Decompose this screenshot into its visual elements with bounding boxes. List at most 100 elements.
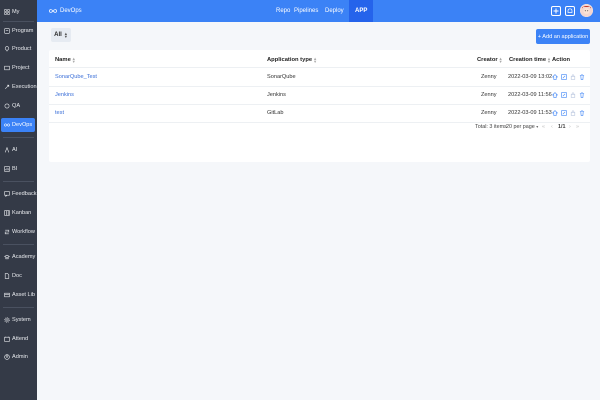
sidebar-item-label: QA [12, 103, 21, 109]
app-type: Jenkins [267, 92, 286, 98]
app-name-link[interactable]: Jenkins [55, 92, 74, 98]
per-page-select[interactable]: 20 per page ▾ [506, 124, 538, 130]
next-page-icon[interactable]: › [569, 124, 571, 130]
sidebar: My Program Product Project Execution QA … [0, 0, 37, 400]
app-creator: Zenny [481, 92, 497, 98]
sort-icon: ▲ ▼ [498, 56, 503, 64]
asset-lib-icon [4, 292, 10, 298]
attend-icon [4, 336, 10, 342]
filter-all-dropdown[interactable]: All ▲ ▼ [51, 28, 71, 42]
sidebar-item-label: My [12, 9, 20, 15]
sidebar-item-label: Asset Lib [12, 292, 36, 298]
devops-icon [49, 9, 57, 13]
program-icon [4, 28, 10, 34]
lock-icon[interactable] [570, 110, 576, 116]
project-icon [4, 65, 10, 71]
column-header-type[interactable]: Application type ▲ ▼ [267, 56, 318, 64]
system-icon [4, 317, 10, 323]
add-application-button[interactable]: + Add an application [536, 29, 590, 44]
devops-icon [4, 123, 10, 127]
last-page-icon[interactable]: » [576, 124, 579, 130]
sidebar-item-execution[interactable]: Execution [1, 80, 37, 94]
delete-icon[interactable] [579, 92, 585, 98]
app-creation-time: 2022-03-09 11:56 [508, 92, 552, 98]
first-page-icon[interactable]: « [542, 124, 545, 130]
brand-label: DevOps [60, 8, 82, 14]
lock-icon[interactable] [570, 92, 576, 98]
sidebar-divider [3, 137, 34, 138]
app-type: SonarQube [267, 74, 296, 80]
sidebar-item-qa[interactable]: QA [1, 99, 35, 113]
add-icon[interactable] [551, 6, 561, 16]
app-creation-time: 2022-03-09 13:02 [508, 74, 553, 80]
filter-label: All [54, 32, 62, 38]
grid-icon [4, 9, 10, 15]
page-indicator: 1/1 [558, 124, 566, 130]
sidebar-item-system[interactable]: System [1, 313, 35, 327]
ai-icon [4, 147, 10, 153]
column-header-creator[interactable]: Creator ▲ ▼ [477, 56, 503, 64]
sidebar-item-kanban[interactable]: Kanban [1, 206, 35, 220]
column-header-creation-time[interactable]: Creation time ▲ ▼ [509, 57, 551, 64]
delete-icon[interactable] [579, 74, 585, 80]
app-creation-time: 2022-03-09 11:53 [508, 110, 552, 116]
sidebar-item-label: Project [12, 65, 30, 71]
chevron-down-icon: ▾ [536, 124, 539, 129]
sidebar-item-admin[interactable]: Admin [1, 350, 35, 364]
sidebar-item-feedback[interactable]: Feedback [1, 187, 37, 201]
prev-page-icon[interactable]: ‹ [551, 124, 553, 130]
sidebar-item-ai[interactable]: AI [1, 143, 35, 157]
sidebar-item-asset-lib[interactable]: Asset Lib [1, 288, 35, 302]
tab-repo[interactable]: Repo [276, 0, 290, 22]
edit-icon[interactable] [561, 74, 567, 80]
sidebar-item-product[interactable]: Product [1, 42, 35, 56]
sidebar-divider [3, 307, 34, 308]
feedback-icon [4, 191, 10, 197]
tab-pipelines[interactable]: Pipelines [294, 0, 318, 22]
tab-deploy[interactable]: Deploy [325, 0, 344, 22]
bi-icon [4, 166, 10, 172]
sidebar-item-workflow[interactable]: Workflow [1, 225, 35, 239]
deploy-icon[interactable] [552, 110, 558, 116]
sidebar-item-my[interactable]: My [1, 5, 35, 19]
applications-table: Name ▲ ▼ Application type ▲ ▼ Creator ▲ ▼ Crea… [49, 50, 590, 162]
deploy-icon[interactable] [552, 92, 558, 98]
column-header-action: Action [552, 57, 571, 63]
sidebar-item-doc[interactable]: Doc [1, 269, 35, 283]
sidebar-item-devops[interactable]: DevOps [1, 118, 35, 132]
execution-icon [4, 84, 10, 90]
edit-icon[interactable] [561, 92, 567, 98]
row-divider [49, 122, 590, 123]
sidebar-item-project[interactable]: Project [1, 61, 35, 75]
sidebar-item-label: Doc [12, 273, 22, 279]
sidebar-item-label: BI [12, 166, 18, 172]
sidebar-item-academy[interactable]: Academy [1, 250, 35, 264]
sidebar-item-label: Kanban [12, 210, 32, 216]
sidebar-divider [3, 21, 34, 22]
app-creator: Zenny [481, 74, 497, 80]
deploy-icon[interactable] [552, 74, 558, 80]
sidebar-divider [3, 181, 34, 182]
sidebar-item-bi[interactable]: BI [1, 162, 35, 176]
module-brand[interactable]: DevOps [49, 0, 82, 22]
sidebar-item-label: Program [12, 28, 34, 34]
header-divider [49, 67, 590, 68]
workflow-icon [4, 229, 10, 235]
sidebar-item-label: System [12, 317, 31, 323]
app-name-link[interactable]: SonarQube_Test [55, 74, 97, 80]
edit-icon[interactable] [561, 110, 567, 116]
avatar[interactable] [580, 4, 593, 17]
row-divider [49, 104, 590, 105]
sidebar-item-label: Product [12, 46, 32, 52]
lock-icon[interactable] [570, 74, 576, 80]
sidebar-item-program[interactable]: Program [1, 24, 35, 38]
sort-icon: ▲ ▼ [313, 56, 318, 64]
academy-icon [4, 254, 10, 260]
bell-icon[interactable] [565, 6, 575, 16]
delete-icon[interactable] [579, 110, 585, 116]
app-type: GitLab [267, 110, 284, 116]
tab-app[interactable]: APP [349, 0, 374, 22]
column-header-name[interactable]: Name ▲ ▼ [55, 57, 76, 64]
sidebar-item-attend[interactable]: Attend [1, 332, 35, 346]
app-name-link[interactable]: test [55, 110, 64, 116]
